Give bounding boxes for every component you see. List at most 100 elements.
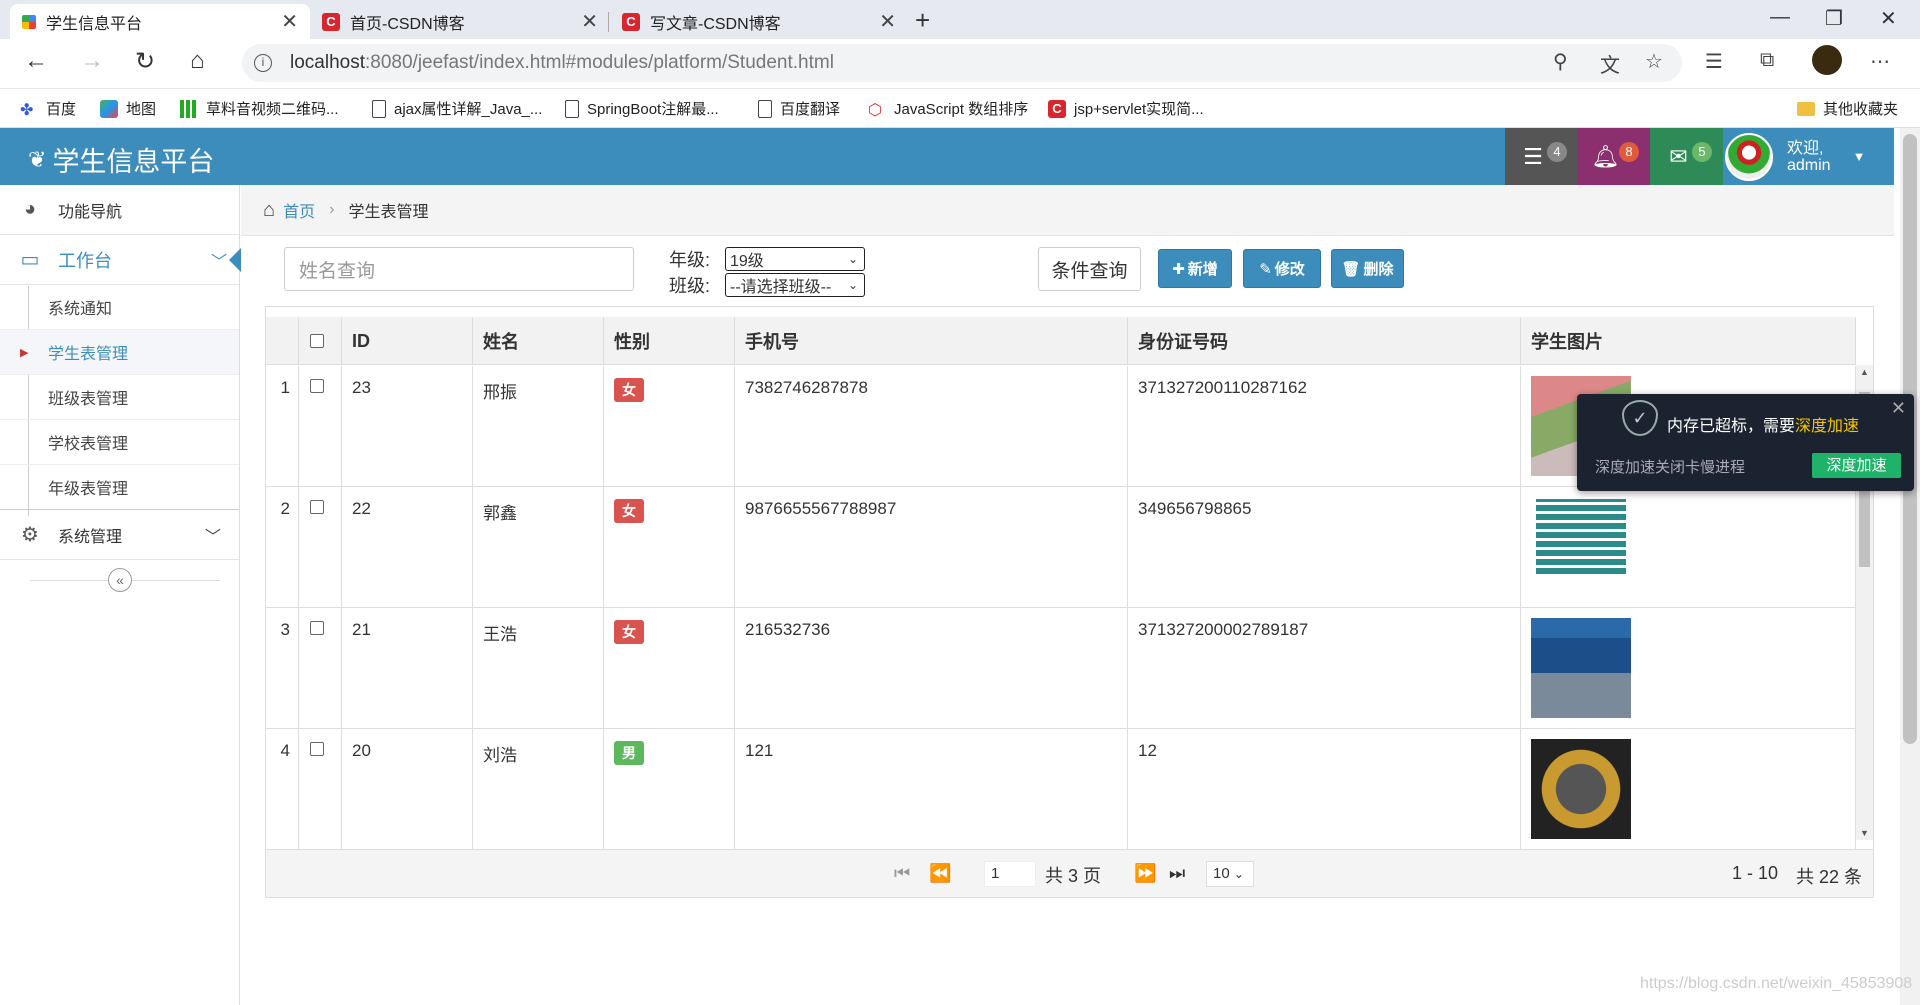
scroll-down-icon[interactable]: ▼ bbox=[1860, 828, 1869, 838]
table-row[interactable]: 3 21 王浩 女 216532736 371327200002789187 bbox=[266, 608, 1856, 729]
profile-avatar-icon[interactable] bbox=[1812, 45, 1842, 75]
minimize-icon[interactable]: — bbox=[1770, 6, 1790, 29]
browser-tab-csdn-write[interactable]: C 写文章-CSDN博客 ✕ bbox=[610, 4, 908, 39]
bookmark-jsp[interactable]: Cjsp+servlet实现简... bbox=[1048, 89, 1204, 128]
bookmark-label: 地图 bbox=[126, 101, 157, 118]
url-field[interactable]: i localhost:8080/jeefast/index.html#modu… bbox=[242, 44, 1682, 82]
messages-button[interactable]: ✉ 5 bbox=[1650, 128, 1723, 185]
close-icon[interactable]: ✕ bbox=[1891, 398, 1906, 419]
address-bar-row: ← → ↻ ⌂ i localhost:8080/jeefast/index.h… bbox=[0, 39, 1920, 89]
cell-sex: 女 bbox=[604, 608, 735, 729]
student-photo[interactable] bbox=[1531, 618, 1631, 718]
table-row[interactable]: 2 22 郭鑫 女 9876655567788987 349656798865 bbox=[266, 487, 1856, 608]
row-checkbox[interactable] bbox=[310, 621, 324, 635]
browser-tab-csdn-home[interactable]: C 首页-CSDN博客 ✕ bbox=[310, 4, 610, 39]
edit-button[interactable]: ✎ 修改 bbox=[1243, 249, 1321, 288]
tasks-icon: ☰ bbox=[1523, 143, 1543, 169]
close-tab-icon[interactable]: ✕ bbox=[879, 9, 896, 34]
sidebar-item-grades[interactable]: 年级表管理 bbox=[0, 465, 239, 510]
cell-name: 郭鑫 bbox=[473, 487, 604, 608]
bookmark-ajax[interactable]: ajax属性详解_Java_... bbox=[372, 89, 542, 128]
column-header-phone[interactable]: 手机号 bbox=[735, 317, 1128, 365]
page-number-input[interactable]: 1 bbox=[984, 861, 1036, 887]
first-page-icon[interactable]: ⏮ bbox=[894, 863, 910, 884]
bookmark-baidu[interactable]: ✤ 百度 bbox=[20, 89, 76, 128]
sidebar-item-label: 系统管理 bbox=[58, 528, 123, 546]
row-number: 4 bbox=[266, 729, 299, 850]
new-tab-icon[interactable]: + bbox=[915, 5, 930, 36]
column-header-id[interactable]: ID bbox=[342, 317, 473, 365]
next-page-icon[interactable]: ⏩ bbox=[1134, 863, 1156, 884]
refresh-icon[interactable]: ↻ bbox=[135, 47, 155, 76]
folder-icon bbox=[1797, 101, 1815, 116]
cell-photo bbox=[1521, 487, 1856, 608]
browser-tab-student[interactable]: 学生信息平台 ✕ bbox=[10, 4, 310, 39]
sidebar-item-students[interactable]: ▶ 学生表管理 bbox=[0, 330, 239, 375]
popup-subtext: 深度加速关闭卡慢进程 bbox=[1595, 459, 1746, 476]
bookmark-map[interactable]: 地图 bbox=[100, 89, 156, 128]
tab-separator bbox=[608, 12, 609, 32]
active-pointer bbox=[229, 248, 241, 272]
collapse-sidebar-icon[interactable]: « bbox=[108, 568, 132, 592]
column-header-name[interactable]: 姓名 bbox=[473, 317, 604, 365]
cell-name: 王浩 bbox=[473, 608, 604, 729]
scroll-up-icon[interactable]: ▲ bbox=[1860, 367, 1869, 377]
row-checkbox[interactable] bbox=[310, 500, 324, 514]
table-row[interactable]: 4 20 刘浩 男 121 12 bbox=[266, 729, 1856, 850]
bookmark-js-sort[interactable]: ⬡ JavaScript 数组排序 bbox=[868, 89, 1028, 128]
row-checkbox[interactable] bbox=[310, 379, 324, 393]
page-scrollbar[interactable] bbox=[1900, 128, 1920, 1005]
favorites-list-icon[interactable]: ☰ bbox=[1705, 49, 1723, 74]
maximize-icon[interactable]: ❐ bbox=[1825, 6, 1843, 31]
student-photo[interactable] bbox=[1531, 739, 1631, 839]
delete-button[interactable]: 🗑︎ 删除 bbox=[1331, 249, 1404, 288]
select-all-checkbox[interactable] bbox=[310, 334, 324, 348]
sidebar-item-notices[interactable]: 系统通知 bbox=[0, 285, 239, 330]
bookmark-translate[interactable]: 百度翻译 bbox=[758, 89, 840, 128]
back-icon[interactable]: ← bbox=[24, 47, 48, 75]
name-search-input[interactable]: 姓名查询 bbox=[284, 247, 634, 291]
last-page-icon[interactable]: ⏭ bbox=[1169, 863, 1185, 884]
home-icon[interactable]: ⌂ bbox=[190, 47, 205, 75]
sidebar-item-workbench[interactable]: ▭ 工作台 ﹀ bbox=[0, 235, 241, 285]
column-header-idcard[interactable]: 身份证号码 bbox=[1128, 317, 1521, 365]
class-select[interactable]: --请选择班级-- ⌄ bbox=[725, 273, 865, 297]
close-tab-icon[interactable]: ✕ bbox=[581, 9, 598, 34]
cell-sex: 女 bbox=[604, 366, 735, 487]
collections-icon[interactable]: ⧉ bbox=[1760, 49, 1774, 72]
notifications-button[interactable]: 🔔︎ 8 bbox=[1577, 128, 1650, 185]
add-button[interactable]: ✚ 新增 bbox=[1158, 249, 1232, 288]
translate-icon[interactable]: 文 bbox=[1600, 49, 1620, 78]
search-key-icon[interactable]: ⚲ bbox=[1553, 49, 1568, 74]
tasks-button[interactable]: ☰ 4 bbox=[1505, 128, 1577, 185]
edit-icon: ✎ bbox=[1259, 260, 1272, 278]
paw-icon: ✤ bbox=[20, 101, 34, 119]
column-header-sex[interactable]: 性别 bbox=[604, 317, 735, 365]
query-button[interactable]: 条件查询 bbox=[1038, 247, 1141, 291]
user-menu[interactable]: 欢迎, admin ▼ bbox=[1725, 128, 1890, 185]
row-checkbox[interactable] bbox=[310, 742, 324, 756]
page-size-select[interactable]: 10 ⌄ bbox=[1206, 861, 1254, 887]
favorite-star-icon[interactable]: ☆ bbox=[1645, 49, 1663, 74]
other-bookmarks[interactable]: 其他收藏夹 bbox=[1797, 89, 1898, 128]
site-info-icon[interactable]: i bbox=[254, 54, 272, 72]
forward-icon[interactable]: → bbox=[80, 47, 104, 75]
tab-title: 学生信息平台 bbox=[46, 15, 143, 33]
sidebar-nav-header[interactable]: ◕ 功能导航 bbox=[0, 185, 239, 235]
app-logo[interactable]: ❦ 学生信息平台 bbox=[28, 140, 214, 179]
student-photo[interactable] bbox=[1530, 493, 1632, 580]
cell-name: 邢振 bbox=[473, 366, 604, 487]
prev-page-icon[interactable]: ⏪ bbox=[929, 863, 951, 884]
speedup-button[interactable]: 深度加速 bbox=[1812, 453, 1901, 478]
sidebar-item-classes[interactable]: 班级表管理 bbox=[0, 375, 239, 420]
grade-select[interactable]: 19级 ⌄ bbox=[725, 247, 865, 271]
close-window-icon[interactable]: ✕ bbox=[1880, 6, 1897, 31]
bookmark-springboot[interactable]: SpringBoot注解最... bbox=[565, 89, 719, 128]
breadcrumb-home-link[interactable]: 首页 bbox=[283, 198, 315, 222]
column-header-photo[interactable]: 学生图片 bbox=[1521, 317, 1856, 365]
sidebar-item-system[interactable]: ⚙ 系统管理 ﹀ bbox=[0, 510, 239, 560]
close-tab-icon[interactable]: ✕ bbox=[281, 9, 298, 34]
more-menu-icon[interactable]: ⋯ bbox=[1870, 49, 1890, 74]
sidebar-item-schools[interactable]: 学校表管理 bbox=[0, 420, 239, 465]
bookmark-qrcode[interactable]: 草料音视频二维码... bbox=[180, 89, 339, 128]
